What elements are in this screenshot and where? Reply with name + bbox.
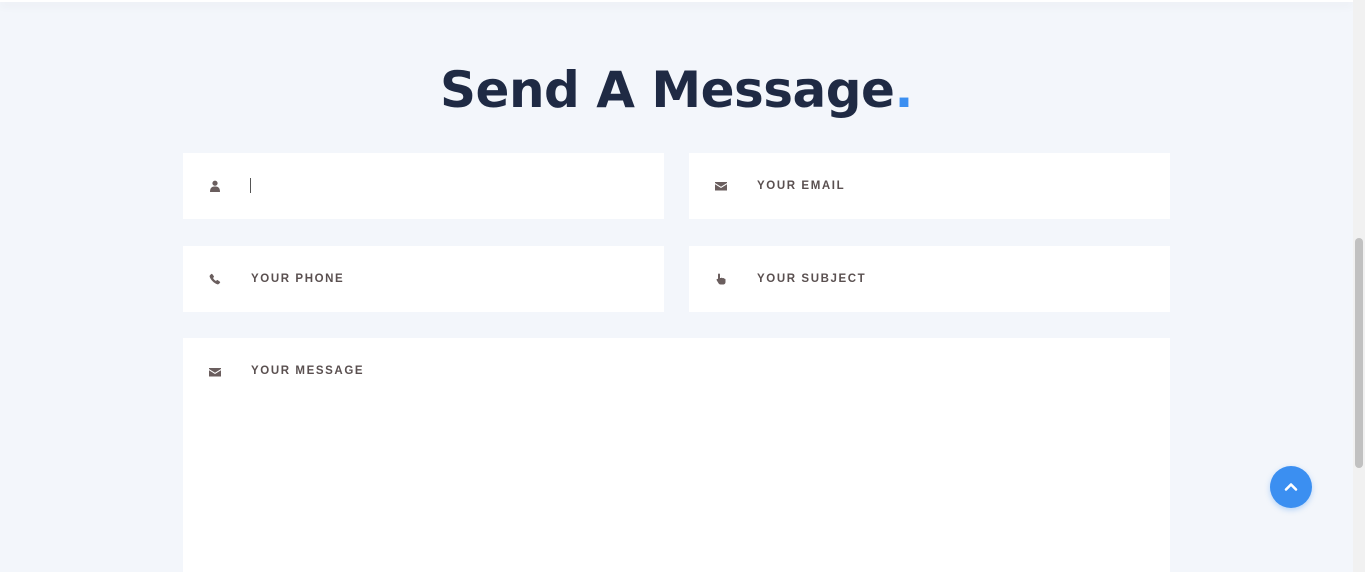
- section-title-text: Send A Message: [440, 61, 895, 119]
- subject-field[interactable]: YOUR SUBJECT: [689, 246, 1170, 312]
- chevron-up-icon: [1284, 483, 1298, 491]
- page: Send A Message. YOUR EMAIL YOUR PHONE YO…: [0, 0, 1365, 572]
- hand-pointer-icon: [714, 272, 728, 286]
- envelope-icon: [714, 179, 728, 193]
- message-placeholder: YOUR MESSAGE: [251, 365, 365, 377]
- phone-icon: [208, 272, 222, 286]
- phone-field[interactable]: YOUR PHONE: [183, 246, 664, 312]
- name-field[interactable]: [183, 153, 664, 219]
- envelope-icon: [208, 365, 222, 379]
- user-icon: [208, 179, 222, 193]
- header-bottom-edge: [0, 0, 1353, 2]
- phone-placeholder: YOUR PHONE: [251, 273, 345, 285]
- email-field[interactable]: YOUR EMAIL: [689, 153, 1170, 219]
- text-cursor: [250, 178, 251, 193]
- email-placeholder: YOUR EMAIL: [757, 180, 846, 192]
- back-to-top-button[interactable]: [1270, 466, 1312, 508]
- section-title: Send A Message.: [0, 58, 1353, 122]
- message-textarea[interactable]: YOUR MESSAGE: [183, 338, 1170, 572]
- section-title-dot: .: [894, 61, 913, 119]
- scrollbar-track[interactable]: [1353, 0, 1365, 572]
- scrollbar-thumb[interactable]: [1355, 238, 1363, 468]
- subject-placeholder: YOUR SUBJECT: [757, 273, 867, 285]
